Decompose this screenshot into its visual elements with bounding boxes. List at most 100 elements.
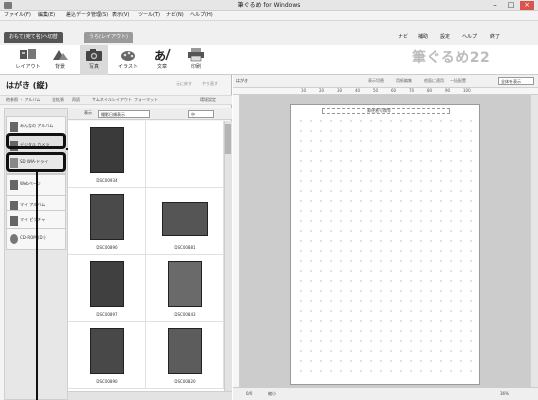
- subnav-thumbnail-layout[interactable]: サムネイルレイアウト: [92, 98, 132, 102]
- redo-button[interactable]: やり直す: [202, 82, 218, 86]
- tool-text[interactable]: あ 文章: [148, 45, 176, 75]
- source-label: マイ アルバム: [20, 202, 46, 207]
- photo-thumbnail: [168, 328, 202, 374]
- photo-cell[interactable]: DSC00890: [68, 188, 146, 255]
- left-ruler: [233, 95, 240, 387]
- zoom-level: 36%: [500, 391, 509, 396]
- subnav-reload[interactable]: 再読: [72, 98, 80, 102]
- scrollbar-thumb[interactable]: [225, 124, 231, 154]
- subnav-expand[interactable]: 全拡張: [52, 98, 64, 102]
- subnav-format[interactable]: フォーマット: [134, 98, 158, 102]
- minimize-button[interactable]: –: [488, 1, 502, 10]
- photo-cell[interactable]: DSC00897: [68, 255, 146, 322]
- mode-tab-bar: [0, 21, 538, 45]
- page-indicator: 0/0: [246, 391, 253, 396]
- close-button[interactable]: ×: [520, 1, 534, 10]
- menu-navi[interactable]: ナビ(N): [166, 13, 184, 18]
- tool-print[interactable]: 印刷: [182, 45, 210, 75]
- menu-file[interactable]: ファイル(F): [4, 13, 31, 18]
- photo-grid-hscrollbar[interactable]: [68, 391, 232, 400]
- thumb-size-select[interactable]: 中: [188, 110, 214, 118]
- tab-back-layout[interactable]: うら(レイアウト): [84, 32, 133, 43]
- photo-cell[interactable]: DSC00881: [146, 188, 224, 255]
- tool-print-label: 印刷: [190, 64, 201, 70]
- paper-edit-button[interactable]: 用紙編集: [396, 79, 412, 83]
- tool-layout[interactable]: レイアウト: [14, 45, 42, 75]
- batch-place-button[interactable]: 一括配置: [450, 79, 466, 83]
- source-label: Webページ: [20, 181, 41, 186]
- ruler-mark: 30: [337, 88, 343, 93]
- toggle-display-button[interactable]: 表示切替: [368, 79, 384, 83]
- postal-code-label: 郵便番号欄等: [367, 108, 391, 113]
- layout-dot-grid: [296, 116, 474, 378]
- tool-background[interactable]: 背景: [46, 45, 74, 75]
- subnav-album[interactable]: 他参照 ・ アルバム: [6, 98, 41, 102]
- photo-cell[interactable]: DSC00934: [68, 121, 146, 188]
- exit-link[interactable]: 終了: [490, 35, 500, 40]
- photo-thumbnail: [90, 194, 124, 240]
- top-ruler: 10 20 30 40 50 60 70 80 90 100: [233, 88, 538, 95]
- photo-cell[interactable]: DSC00843: [146, 255, 224, 322]
- menu-tools[interactable]: ツール(T): [138, 13, 160, 18]
- menu-edit[interactable]: 編集(E): [38, 13, 55, 18]
- layout-icon: [20, 49, 36, 59]
- photo-cell[interactable]: DSC00820: [146, 322, 224, 389]
- photo-thumbnail: [90, 328, 124, 374]
- photo-icon: [86, 49, 102, 61]
- assist-link[interactable]: 補助: [418, 35, 428, 40]
- undo-button[interactable]: 元に戻す: [176, 82, 192, 86]
- callout-line: [36, 170, 38, 400]
- tool-illustration[interactable]: イラスト: [114, 45, 142, 75]
- ruler-mark: 60: [391, 88, 397, 93]
- zoom-select[interactable]: 全体を表示: [498, 77, 534, 85]
- maximize-button[interactable]: □: [504, 1, 518, 10]
- menu-help[interactable]: ヘルプ(H): [190, 13, 213, 18]
- apply-other-button[interactable]: 他面に適用: [424, 79, 444, 83]
- ruler-mark: 40: [355, 88, 361, 93]
- text-icon: あ: [154, 48, 171, 62]
- editor-title: はがき: [236, 78, 248, 83]
- source-label: マイ ピクチャ: [20, 217, 46, 222]
- printer-icon: [188, 48, 204, 62]
- menu-view[interactable]: 表示(V): [112, 13, 129, 18]
- photo-caption: DSC00934: [96, 178, 118, 183]
- brand-logo: 筆ぐるめ22: [412, 50, 491, 66]
- settings-link[interactable]: 設定: [440, 35, 450, 40]
- source-label: みんなの アルバム: [20, 123, 54, 128]
- photo-caption: DSC00843: [174, 312, 196, 317]
- highlight-ring: [6, 133, 66, 149]
- tool-illustration-label: イラスト: [118, 64, 138, 70]
- canvas-scrollbar[interactable]: [530, 95, 538, 387]
- tool-photo[interactable]: 写真: [80, 45, 108, 75]
- panel-title: はがき (縦): [6, 81, 49, 90]
- pictures-icon: [10, 216, 18, 226]
- navi-link[interactable]: ナビ: [398, 35, 408, 40]
- tab-front-address[interactable]: おもて(宛て名)へ切替: [4, 32, 63, 43]
- tool-text-label: 文章: [156, 64, 167, 70]
- ruler-mark: 20: [319, 88, 325, 93]
- photo-caption: DSC00890: [96, 245, 118, 250]
- illustration-icon: [121, 51, 135, 61]
- zoom-out-button[interactable]: 縮小: [268, 392, 276, 396]
- photo-caption: DSC00890: [96, 379, 118, 384]
- menu-data-management[interactable]: 差込データ管理(S): [66, 13, 108, 18]
- album-icon: [10, 122, 18, 132]
- background-icon: [53, 50, 68, 60]
- photo-thumbnail: [162, 202, 208, 236]
- tool-photo-label: 写真: [88, 64, 99, 70]
- ruler-mark: 70: [409, 88, 415, 93]
- ruler-mark: 50: [373, 88, 379, 93]
- photo-grid-scrollbar[interactable]: [224, 121, 232, 391]
- photo-cell[interactable]: DSC00890: [68, 322, 146, 389]
- help-link[interactable]: ヘルプ: [462, 35, 477, 40]
- ruler-mark: 10: [301, 88, 307, 93]
- editor-header: [233, 75, 538, 88]
- svg-text:あ: あ: [154, 49, 166, 62]
- photo-thumbnail: [168, 261, 202, 307]
- sort-select[interactable]: 撮影日順表示: [98, 110, 150, 118]
- ruler-mark: 100: [463, 88, 471, 93]
- photo-cell[interactable]: [146, 121, 224, 188]
- photo-thumbnail: [90, 261, 124, 307]
- subnav-settings[interactable]: 環境設定: [200, 98, 216, 102]
- window-title: 筆ぐるめ for Windows: [237, 2, 301, 9]
